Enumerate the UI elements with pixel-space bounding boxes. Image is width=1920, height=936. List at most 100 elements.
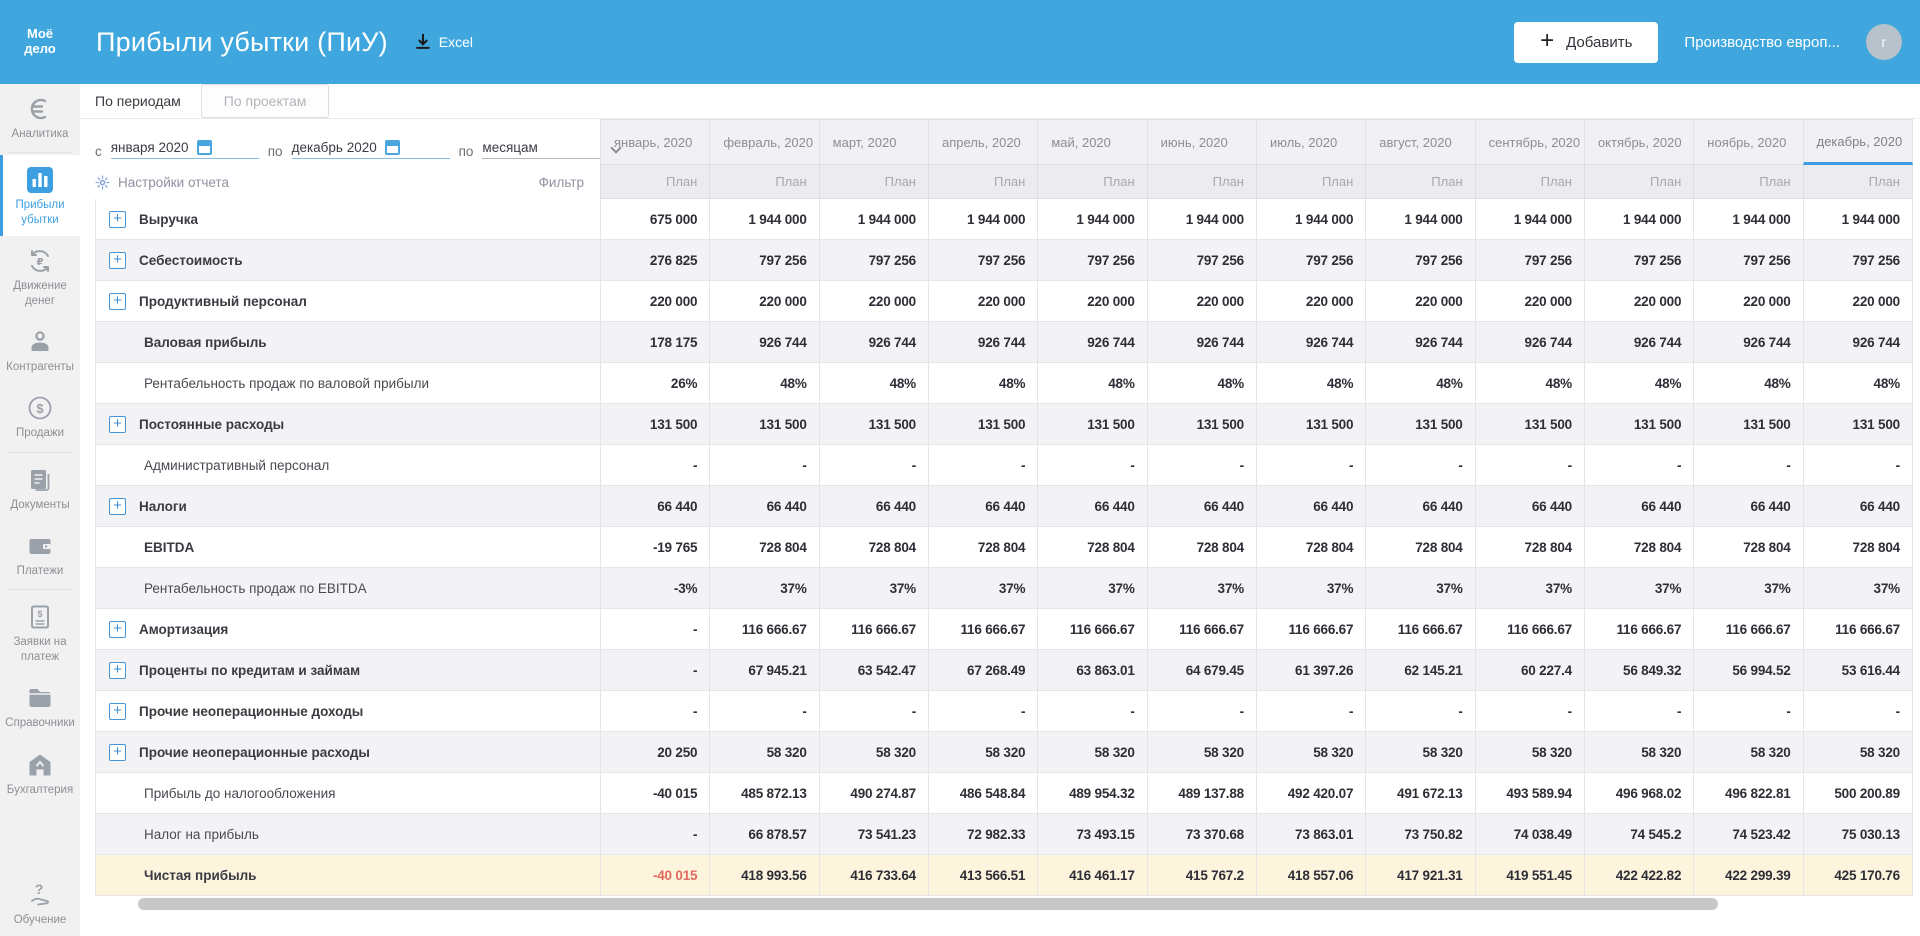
- tab-by-projects[interactable]: По проектам: [201, 84, 330, 118]
- sidebar-divider: [8, 152, 72, 153]
- expand-row-button[interactable]: +: [109, 252, 126, 269]
- value-cell: 416 733.64: [819, 855, 928, 895]
- scrollbar-thumb[interactable]: [138, 898, 1718, 910]
- value-cell: -: [1584, 445, 1693, 485]
- value-cell: 220 000: [709, 281, 818, 321]
- sidebar-item-label: Обучение: [14, 914, 67, 926]
- value-cell: 66 878.57: [709, 814, 818, 854]
- avatar[interactable]: г: [1866, 24, 1902, 60]
- excel-export-button[interactable]: Excel: [414, 33, 473, 51]
- report-settings-button[interactable]: Настройки отчета: [95, 175, 229, 190]
- value-cell: 37%: [928, 568, 1037, 608]
- value-cell: 926 744: [928, 322, 1037, 362]
- horizontal-scrollbar[interactable]: [110, 897, 1913, 911]
- table-row: Прибыль до налогообложения-40 015485 872…: [96, 773, 1913, 814]
- value-cell: 60 227.4: [1475, 650, 1584, 690]
- sidebar-item-cash-flow[interactable]: ₽ Движение денег: [0, 236, 80, 317]
- value-cell: -: [1037, 445, 1146, 485]
- value-cell: 926 744: [1475, 322, 1584, 362]
- bottom-band: [80, 911, 1920, 936]
- month-header-8[interactable]: август, 2020: [1365, 119, 1474, 165]
- expand-row-button[interactable]: +: [109, 621, 126, 638]
- month-header-10[interactable]: октябрь, 2020: [1584, 119, 1693, 165]
- report-settings-label: Настройки отчета: [118, 175, 229, 190]
- value-cell: 728 804: [1475, 527, 1584, 567]
- value-cell: 73 541.23: [819, 814, 928, 854]
- sidebar-item-directories[interactable]: Справочники: [0, 673, 80, 739]
- sidebar-item-payments[interactable]: Платежи: [0, 521, 80, 587]
- sidebar-item-counterparties[interactable]: Контрагенты: [0, 317, 80, 383]
- value-cell: -: [819, 445, 928, 485]
- month-header-2[interactable]: февраль, 2020: [709, 119, 818, 165]
- value-cell: 73 370.68: [1147, 814, 1256, 854]
- date-to-field[interactable]: декабрь 2020: [292, 140, 450, 159]
- row-label: +Продуктивный персонал: [96, 281, 600, 321]
- expand-row-button[interactable]: +: [109, 703, 126, 720]
- table-row: EBITDA-19 765728 804728 804728 804728 80…: [96, 527, 1913, 568]
- sidebar-item-profit-loss[interactable]: Прибыли убытки: [0, 155, 80, 236]
- logo-line2: дело: [0, 42, 80, 57]
- sidebar-item-label: Справочники: [5, 717, 75, 729]
- calendar-icon[interactable]: [385, 140, 400, 155]
- row-label: +Проценты по кредитам и займам: [96, 650, 600, 690]
- value-cell: 489 137.88: [1147, 773, 1256, 813]
- sidebar-item-analytics[interactable]: Аналитика: [0, 84, 80, 150]
- value-cell: 116 666.67: [1475, 609, 1584, 649]
- month-header-3[interactable]: март, 2020: [819, 119, 928, 165]
- value-cell: 62 145.21: [1365, 650, 1474, 690]
- expand-row-button[interactable]: +: [109, 662, 126, 679]
- month-header-5[interactable]: май, 2020: [1037, 119, 1146, 165]
- value-cell: 220 000: [1693, 281, 1802, 321]
- calendar-icon[interactable]: [197, 140, 212, 155]
- table-row: Рентабельность продаж по EBITDA-3%37%37%…: [96, 568, 1913, 609]
- plan-header-4: План: [928, 165, 1037, 199]
- expand-row-button[interactable]: +: [109, 744, 126, 761]
- top-bar: Моё дело Прибыли убытки (ПиУ) Excel + До…: [0, 0, 1920, 84]
- value-cell: 48%: [1037, 363, 1146, 403]
- value-cell: 1 944 000: [1037, 199, 1146, 239]
- value-cell: 131 500: [1584, 404, 1693, 444]
- month-header-11[interactable]: ноябрь, 2020: [1693, 119, 1802, 165]
- value-cell: 131 500: [819, 404, 928, 444]
- date-from-field[interactable]: января 2020: [111, 140, 259, 159]
- value-cell: 37%: [1147, 568, 1256, 608]
- value-cell: 417 921.31: [1365, 855, 1474, 895]
- directories-icon: [26, 684, 54, 712]
- value-cell: -: [1693, 445, 1802, 485]
- row-label-text: Рентабельность продаж по валовой прибыли: [144, 376, 429, 391]
- value-cell: 56 849.32: [1584, 650, 1693, 690]
- value-cell: 131 500: [1256, 404, 1365, 444]
- svg-text:?: ?: [35, 881, 44, 897]
- value-cell: 58 320: [819, 732, 928, 772]
- value-cell: 220 000: [819, 281, 928, 321]
- row-label-text: Амортизация: [139, 622, 228, 637]
- expand-row-button[interactable]: +: [109, 498, 126, 515]
- sidebar-item-training[interactable]: ? Обучение: [0, 870, 80, 936]
- value-cell: 1 944 000: [1475, 199, 1584, 239]
- expand-row-button[interactable]: +: [109, 416, 126, 433]
- tab-by-periods[interactable]: По периодам: [95, 93, 181, 109]
- value-cell: 48%: [819, 363, 928, 403]
- expand-row-button[interactable]: +: [109, 293, 126, 310]
- sidebar-item-accounting[interactable]: Бухгалтерия: [0, 740, 80, 806]
- expand-row-button[interactable]: +: [109, 211, 126, 228]
- month-header-12[interactable]: декабрь, 2020: [1803, 119, 1913, 165]
- month-header-7[interactable]: июль, 2020: [1256, 119, 1365, 165]
- value-cell: -: [1037, 691, 1146, 731]
- app-logo[interactable]: Моё дело: [0, 27, 80, 57]
- value-cell: 58 320: [1365, 732, 1474, 772]
- month-header-6[interactable]: июнь, 2020: [1147, 119, 1256, 165]
- sidebar-item-sales[interactable]: $ Продажи: [0, 383, 80, 449]
- month-header-9[interactable]: сентябрь, 2020: [1475, 119, 1584, 165]
- sidebar-item-documents[interactable]: Документы: [0, 455, 80, 521]
- value-cell: -: [1147, 691, 1256, 731]
- add-button[interactable]: + Добавить: [1514, 22, 1658, 63]
- filter-button[interactable]: Фильтр: [539, 175, 584, 190]
- row-label: +Постоянные расходы: [96, 404, 600, 444]
- value-cell: 56 994.52: [1693, 650, 1802, 690]
- month-header-4[interactable]: апрель, 2020: [928, 119, 1037, 165]
- company-name[interactable]: Производство европ...: [1684, 34, 1840, 51]
- value-cell: 485 872.13: [709, 773, 818, 813]
- table-row: +Себестоимость276 825797 256797 256797 2…: [96, 240, 1913, 281]
- sidebar-item-payment-requests[interactable]: $ Заявки на платеж: [0, 592, 80, 673]
